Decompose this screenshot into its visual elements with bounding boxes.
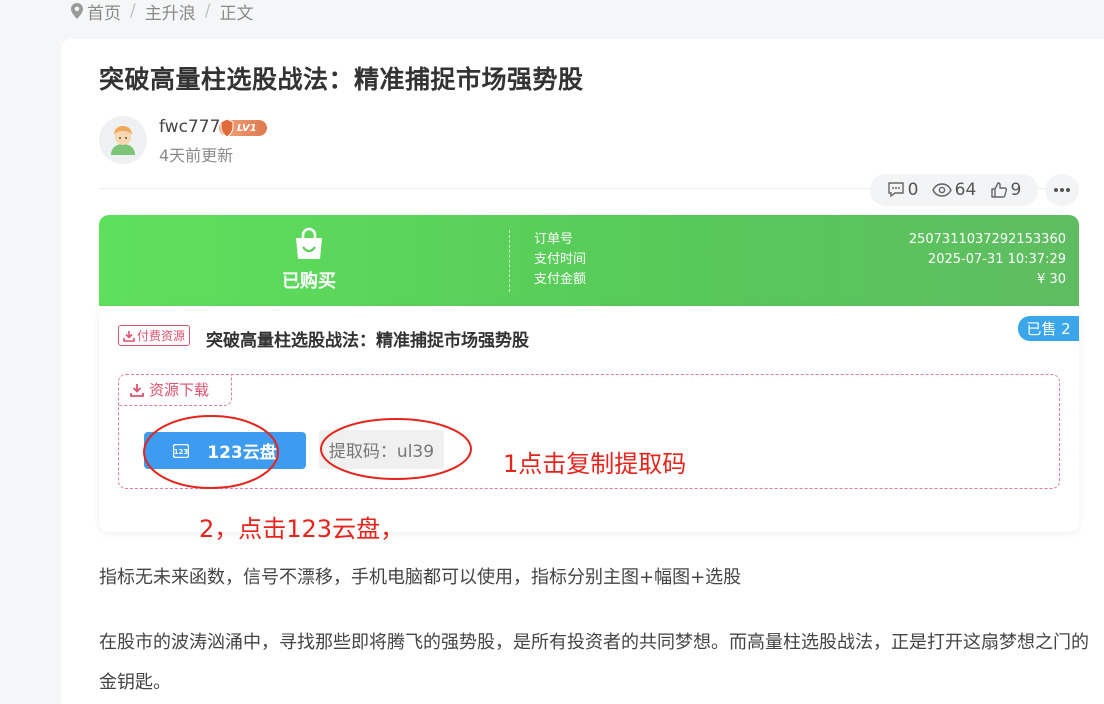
avatar[interactable]: [99, 116, 147, 164]
paid-resource-label: 付费资源: [137, 329, 186, 343]
more-options-button[interactable]: [1045, 174, 1079, 206]
like-count-value: 9: [1010, 180, 1022, 200]
order-values: 2507311037292153360 2025-07-31 10:37:29 …: [909, 230, 1066, 290]
location-pin-icon: [71, 3, 83, 19]
article-title: 突破高量柱选股战法：精准捕捉市场强势股: [99, 65, 584, 94]
user-avatar-icon: [111, 126, 135, 155]
shopping-bag-icon: [296, 227, 322, 259]
breadcrumb-separator: /: [204, 1, 211, 21]
pay-amount-value: ¥ 30: [1037, 272, 1066, 287]
more-dots-icon: [1054, 188, 1070, 192]
comment-count-value: 0: [907, 180, 919, 200]
annotation-step1: 1点击复制提取码: [503, 450, 687, 478]
article-stats: 0 64 9: [870, 174, 1038, 206]
pay-amount-label: 支付金额: [534, 272, 587, 287]
view-count: 64: [931, 180, 977, 200]
order-number-value: 2507311037292153360: [908, 232, 1066, 247]
update-time: 4天前更新: [159, 146, 234, 165]
breadcrumb-category[interactable]: 主升浪: [145, 0, 196, 24]
like-button[interactable]: 9: [990, 180, 1022, 200]
view-count-value: 64: [954, 180, 977, 200]
pay-time-value: 2025-07-31 10:37:29: [927, 252, 1066, 267]
comment-count[interactable]: 0: [887, 180, 919, 200]
breadcrumb-home[interactable]: 首页: [87, 0, 121, 24]
eye-icon: [931, 183, 952, 197]
paid-resource-tag: 付费资源: [118, 325, 191, 346]
order-number-label: 订单号: [534, 232, 574, 247]
comment-icon: [887, 182, 904, 198]
purchased-status: 已购买: [282, 271, 336, 292]
breadcrumb-separator: /: [130, 1, 136, 21]
download-tab: 资源下载: [118, 374, 232, 406]
cloud-123-icon: 123: [173, 443, 190, 458]
body-paragraph-2: 在股市的波涛汹涌中，寻找那些即将腾飞的强势股，是所有投资者的共同梦想。而高量柱选…: [99, 632, 1089, 693]
purchase-header: 已购买 订单号 支付时间 支付金额 2507311037292153360 20…: [99, 215, 1079, 306]
resource-title: 突破高量柱选股战法：精准捕捉市场强势股: [206, 331, 529, 351]
breadcrumb: 首页 / 主升浪 / 正文: [70, 0, 254, 24]
sold-count-badge: 已售 2: [1018, 316, 1079, 341]
download-tab-label: 资源下载: [149, 381, 210, 399]
pay-time-label: 支付时间: [534, 252, 587, 267]
order-labels: 订单号 支付时间 支付金额: [534, 230, 586, 290]
cloud-button-label: 123云盘: [207, 443, 277, 463]
svg-text:123: 123: [174, 448, 189, 456]
extraction-code[interactable]: 提取码：ul39: [319, 430, 444, 469]
annotation-step2: 2，点击123云盘，: [199, 515, 405, 543]
thumbs-up-icon: [990, 182, 1007, 198]
body-paragraph-1: 指标无未来函数，信号不漂移，手机电脑都可以使用，指标分别主图+幅图+选股: [99, 567, 742, 588]
level-shield-icon: [220, 118, 234, 138]
header-divider: [509, 230, 510, 292]
author-name[interactable]: fwc777: [159, 117, 220, 137]
breadcrumb-current: 正文: [219, 3, 254, 24]
download-icon: [123, 330, 135, 342]
cloud-download-button[interactable]: 123 123云盘: [144, 432, 306, 469]
download-icon: [130, 383, 144, 397]
